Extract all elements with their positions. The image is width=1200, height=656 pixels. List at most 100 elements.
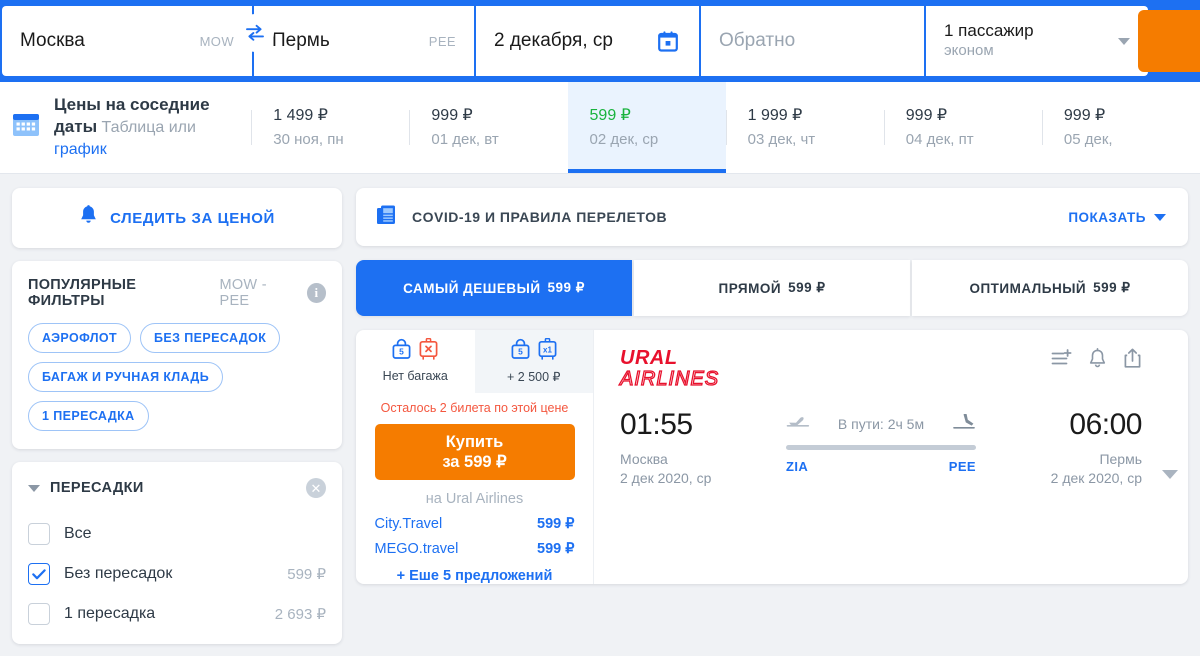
add-to-compare-icon[interactable]: [1051, 349, 1072, 373]
info-icon[interactable]: i: [306, 283, 326, 303]
chevron-down-icon[interactable]: [1118, 37, 1130, 45]
tab-optimal-label: ОПТИМАЛЬНЫЙ: [969, 280, 1087, 296]
agent-offer-1-name: MEGO.travel: [374, 541, 459, 557]
chevron-down-icon[interactable]: [28, 484, 40, 492]
popular-filters-route: MOW - PEE: [219, 277, 267, 309]
arrival-date: 2 дек 2020, ср: [1050, 470, 1142, 486]
view-chart-link[interactable]: график: [54, 141, 107, 158]
departure-airport-code[interactable]: ZIA: [786, 459, 808, 474]
departure-date-field[interactable]: 2 декабря, ср: [476, 6, 701, 76]
tab-optimal-price: 599 ₽: [1093, 280, 1131, 295]
stops-option-all[interactable]: Все: [28, 514, 326, 554]
covid-banner[interactable]: COVID-19 И ПРАВИЛА ПЕРЕЛЕТОВ ПОКАЗАТЬ: [356, 188, 1188, 246]
destination-code: PEE: [428, 33, 456, 49]
close-icon[interactable]: ✕: [306, 478, 326, 498]
page-content: СЛЕДИТЬ ЗА ЦЕНОЙ ПОПУЛЯРНЫЕ ФИЛЬТРЫ MOW …: [0, 174, 1200, 644]
stops-option-one-stop[interactable]: 1 пересадка 2 693 ₽: [28, 594, 326, 634]
price-day-5[interactable]: 999 ₽ 05 дек,: [1041, 82, 1200, 173]
baggage-option-no-baggage[interactable]: 5 Нет багажа: [356, 330, 475, 393]
price-day-4[interactable]: 999 ₽ 04 дек, пт: [883, 82, 1042, 173]
price-day-1[interactable]: 999 ₽ 01 дек, вт: [409, 82, 567, 173]
view-table-link[interactable]: Таблица: [102, 119, 165, 136]
plane-landing-icon: [952, 412, 976, 435]
baggage-options: 5 Нет багажа 5 x1 + 2 500 ₽: [356, 330, 593, 393]
chip-aeroflot[interactable]: АЭРОФЛОТ: [28, 323, 132, 353]
tab-cheapest[interactable]: САМЫЙ ДЕШЕВЫЙ 599 ₽: [356, 260, 632, 316]
origin-field[interactable]: Москва MOW: [2, 6, 254, 76]
return-date-field[interactable]: Обратно: [701, 6, 926, 76]
baggage-option-with-baggage-label: + 2 500 ₽: [507, 370, 561, 384]
flight-info-panel: URAL AIRLINES 01:55 Москва 2 дек 2020, с…: [594, 330, 1188, 584]
stops-option-nonstop-label: Без пересадок: [64, 565, 173, 582]
watch-price-button[interactable]: СЛЕДИТЬ ЗА ЦЕНОЙ: [12, 188, 342, 248]
agent-offer-1[interactable]: MEGO.travel 599 ₽: [375, 541, 575, 557]
duration-progress-bar: [786, 445, 976, 450]
stops-option-one-stop-label: 1 пересадка: [64, 605, 156, 622]
buy-button[interactable]: Купить за 599 ₽: [374, 424, 575, 480]
departure-date-value: 2 декабря, ср: [494, 30, 613, 51]
svg-text:5: 5: [399, 347, 404, 357]
stops-option-one-stop-price: 2 693 ₽: [274, 606, 326, 623]
passengers-count: 1 пассажир: [944, 21, 1034, 40]
chip-one-stop[interactable]: 1 ПЕРЕСАДКА: [28, 401, 149, 431]
destination-city-value: Пермь: [272, 30, 330, 51]
popular-filter-chips: АЭРОФЛОТ БЕЗ ПЕРЕСАДОК БАГАЖ И РУЧНАЯ КЛ…: [28, 323, 326, 431]
bell-icon[interactable]: [1088, 348, 1107, 374]
on-airline-label: на Ural Airlines: [425, 491, 524, 507]
chip-nonstop[interactable]: БЕЗ ПЕРЕСАДОК: [140, 323, 281, 353]
nearby-dates-label: Цены на соседние даты Таблица или график: [0, 82, 251, 173]
airline-logo-line2: AIRLINES: [619, 368, 720, 390]
arrival-airport-code[interactable]: PEE: [949, 459, 976, 474]
calendar-grid-icon: [12, 111, 40, 144]
passengers-field[interactable]: 1 пассажир эконом: [926, 6, 1148, 76]
more-offers-link[interactable]: + Еше 5 предложений: [397, 568, 553, 584]
tab-cheapest-price: 599 ₽: [547, 280, 585, 295]
stops-option-nonstop-price: 599 ₽: [287, 566, 326, 583]
handbag-icon: 5: [391, 338, 412, 365]
origin-code: MOW: [199, 33, 234, 49]
price-day-3-price: 1 999 ₽: [747, 106, 803, 124]
chevron-down-icon: [1154, 213, 1166, 221]
covid-show-button[interactable]: ПОКАЗАТЬ: [1068, 210, 1166, 225]
tab-optimal[interactable]: ОПТИМАЛЬНЫЙ 599 ₽: [912, 260, 1188, 316]
flight-result-card: 5 Нет багажа 5 x1 + 2 500 ₽ Осталось 2 б…: [356, 330, 1188, 584]
origin-city-value: Москва: [20, 30, 85, 51]
suitcase-icon: [418, 337, 439, 365]
stops-option-nonstop[interactable]: Без пересадок 599 ₽: [28, 554, 326, 594]
checkbox-one-stop[interactable]: [28, 603, 50, 625]
chip-baggage-and-carryon[interactable]: БАГАЖ И РУЧНАЯ КЛАДЬ: [28, 362, 224, 392]
departure-date: 2 дек 2020, ср: [620, 470, 712, 486]
baggage-option-with-baggage[interactable]: 5 x1 + 2 500 ₽: [474, 330, 593, 393]
calendar-icon[interactable]: [655, 30, 681, 52]
return-date-placeholder: Обратно: [719, 30, 796, 51]
chevron-down-icon[interactable]: [1162, 470, 1178, 479]
covid-banner-label: COVID-19 И ПРАВИЛА ПЕРЕЛЕТОВ: [412, 209, 668, 225]
price-day-0[interactable]: 1 499 ₽ 30 ноя, пн: [251, 82, 409, 173]
departure-city: Москва: [620, 451, 668, 467]
checkbox-nonstop[interactable]: [28, 563, 50, 585]
price-day-0-date: 30 ноя, пн: [273, 130, 344, 148]
agent-offer-0[interactable]: City.Travel 599 ₽: [375, 516, 575, 532]
swap-horizontal-icon[interactable]: [238, 16, 272, 50]
price-day-3-date: 03 дек, чт: [747, 130, 816, 148]
price-day-4-date: 04 дек, пт: [905, 130, 974, 148]
search-submit-button[interactable]: [1138, 10, 1200, 72]
tab-direct[interactable]: ПРЯМОЙ 599 ₽: [634, 260, 910, 316]
price-day-1-date: 01 дек, вт: [431, 130, 499, 148]
price-day-2-selected[interactable]: 599 ₽ 02 дек, ср: [567, 82, 726, 173]
buy-button-line1: Купить: [445, 433, 504, 451]
popular-filters-title: ПОПУЛЯРНЫЕ ФИЛЬТРЫ: [28, 277, 137, 309]
share-icon[interactable]: [1123, 348, 1142, 374]
destination-field[interactable]: Пермь PEE: [254, 6, 476, 76]
price-day-3[interactable]: 1 999 ₽ 03 дек, чт: [725, 82, 884, 173]
popular-filters-card: ПОПУЛЯРНЫЕ ФИЛЬТРЫ MOW - PEE i АЭРОФЛОТ …: [12, 261, 342, 449]
agent-offer-0-price: 599 ₽: [537, 516, 575, 532]
tab-direct-label: ПРЯМОЙ: [718, 280, 782, 296]
flight-duration: В пути: 2ч 5м: [837, 416, 925, 432]
arrival-endpoint: 06:00 Пермь 2 дек 2020, ср: [992, 407, 1143, 488]
nearby-dates-price-strip: Цены на соседние даты Таблица или график…: [0, 82, 1200, 174]
checkbox-all[interactable]: [28, 523, 50, 545]
arrival-time: 06:00: [1069, 408, 1142, 441]
cabin-class: эконом: [944, 42, 994, 59]
results-column: COVID-19 И ПРАВИЛА ПЕРЕЛЕТОВ ПОКАЗАТЬ СА…: [356, 188, 1188, 644]
